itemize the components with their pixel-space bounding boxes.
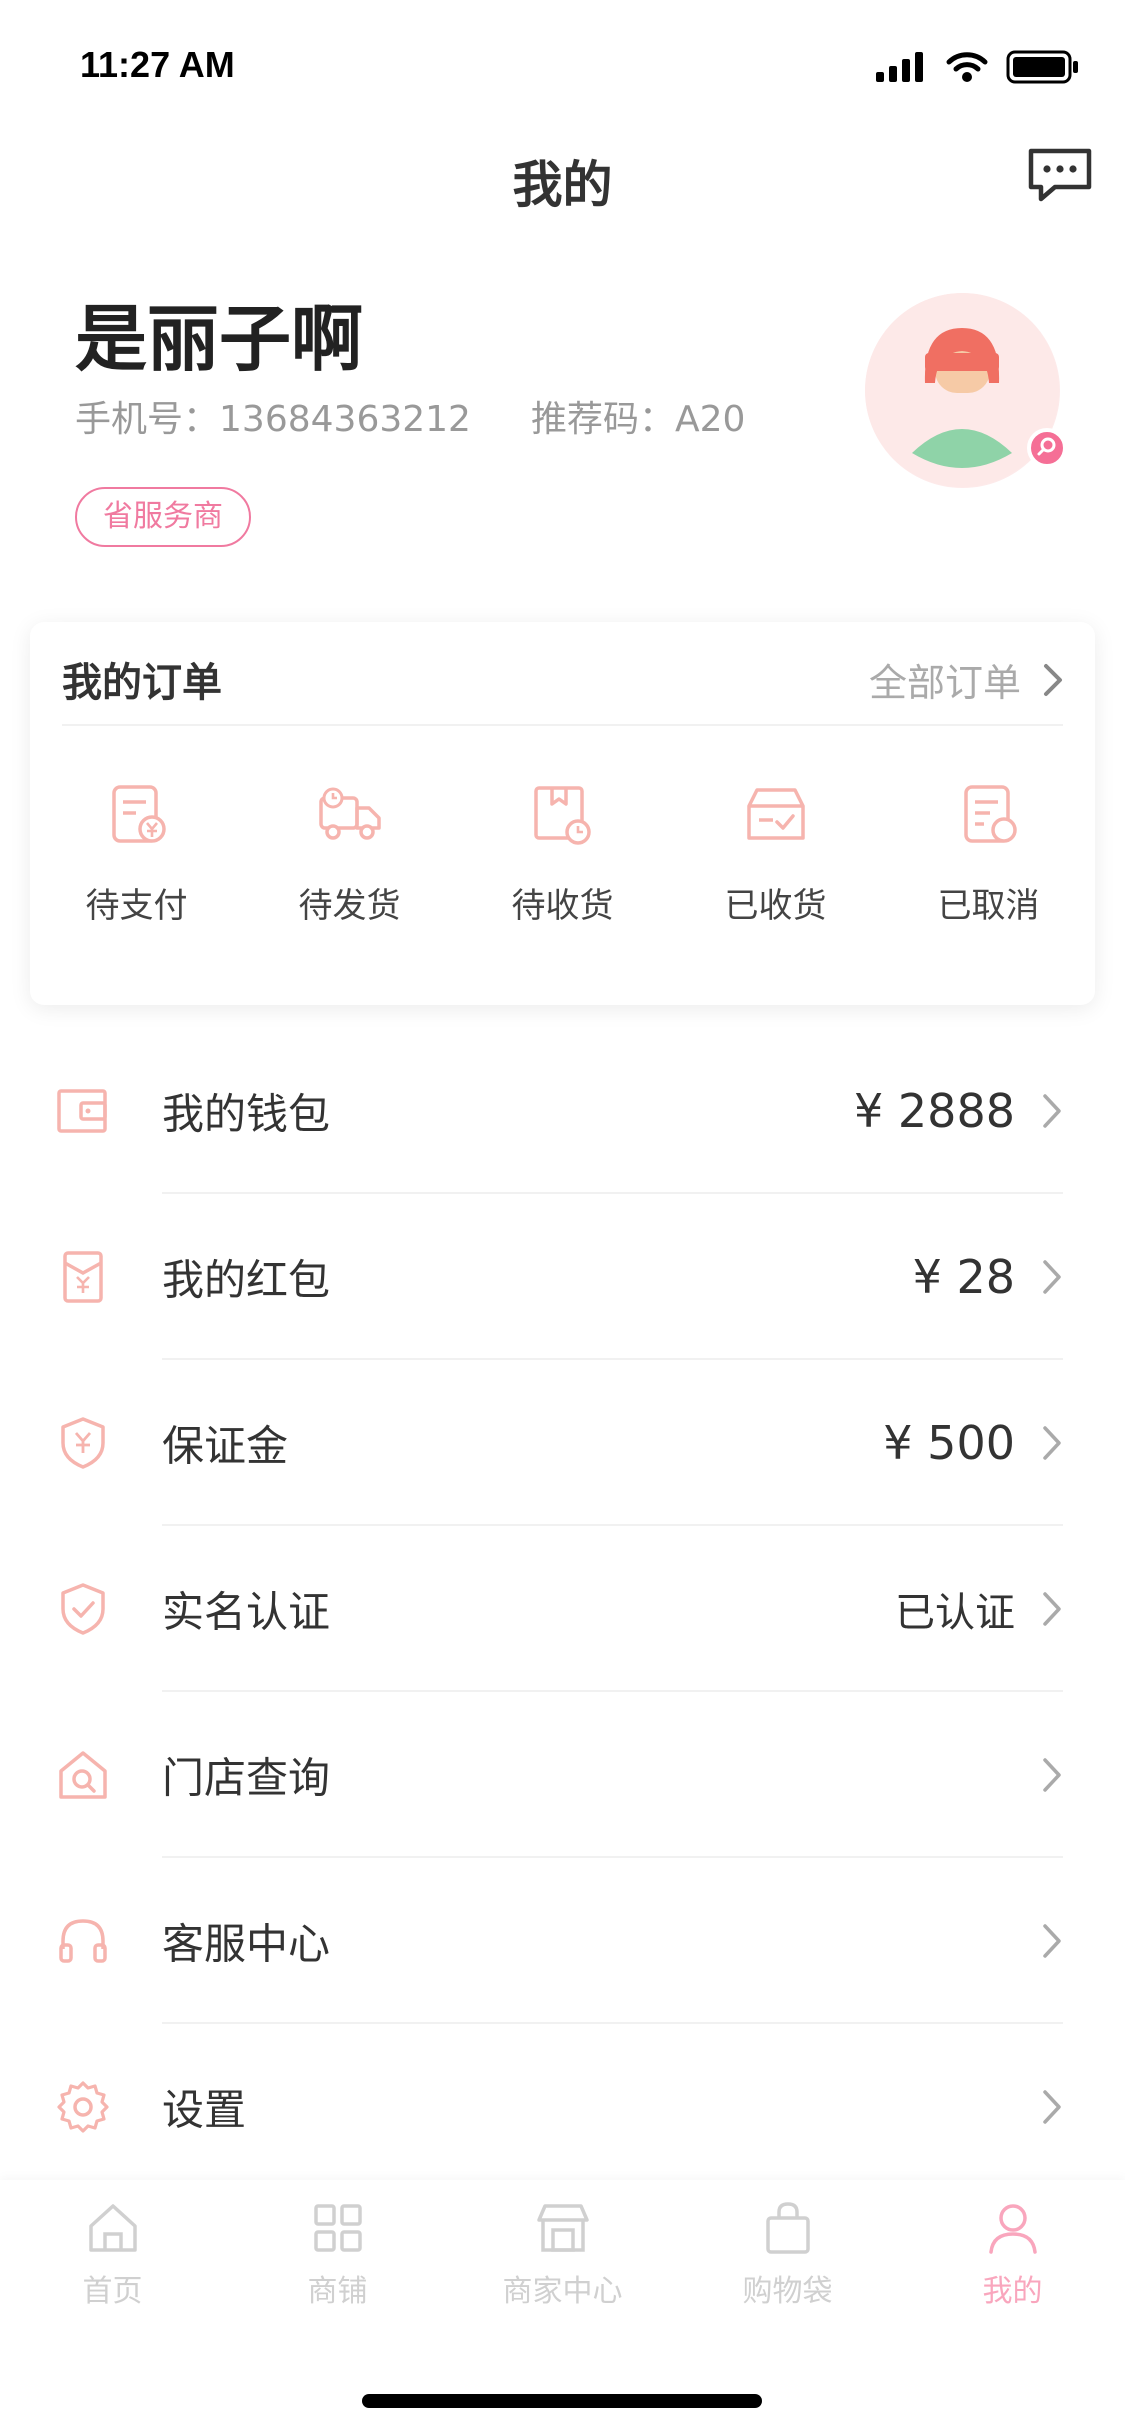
orders-card: 我的订单 全部订单 待支付 待发货 待收货 已收货 已取消 (30, 622, 1095, 1005)
phone-number: 13684363212 (219, 399, 471, 440)
all-orders-label: 全部订单 (868, 661, 1021, 705)
status-time: 11:27 AM (80, 44, 235, 85)
shop-icon (536, 2204, 589, 2252)
chevron-right-icon (1043, 1260, 1061, 1294)
shield-check-icon (61, 1583, 105, 1635)
order-cancelled[interactable]: 已取消 (882, 782, 1095, 927)
chat-bubble-icon (1028, 148, 1092, 202)
chevron-right-icon (1043, 1592, 1061, 1626)
referral-label: 推荐码： (530, 399, 675, 440)
bag-icon (765, 2202, 810, 2254)
menu-item-settings[interactable]: 设置 (0, 2024, 1125, 2190)
menu-label: 设置 (162, 2085, 247, 2135)
order-pending-receipt[interactable]: 待收货 (456, 782, 669, 927)
shield-yen-icon (61, 1417, 105, 1469)
wallet-icon (57, 1089, 107, 1133)
status-icons (876, 50, 1080, 84)
page-title: 我的 (512, 156, 613, 214)
order-label: 已收货 (724, 886, 827, 926)
menu-item-wallet[interactable]: 我的钱包 ¥ 2888 (0, 1028, 1125, 1194)
menu-label: 实名认证 (162, 1587, 331, 1637)
tab-mine[interactable]: 我的 (900, 2198, 1125, 2330)
home-indicator (362, 2394, 762, 2408)
wallet-balance: ¥ 2888 (854, 1084, 1015, 1138)
received-box-icon (746, 788, 805, 840)
order-label: 待发货 (298, 886, 401, 926)
all-orders-link[interactable]: 全部订单 (869, 652, 1063, 707)
menu-list: 我的钱包 ¥ 2888 我的红包 ¥ 28 保证金 ¥ 500 实名认证 已认证… (0, 1028, 1125, 2190)
tab-label: 我的 (982, 2274, 1043, 2309)
tab-label: 购物袋 (742, 2274, 833, 2309)
phone-label: 手机号： (75, 399, 220, 440)
store-search-icon (59, 1751, 107, 1799)
cellular-signal-icon (876, 52, 923, 82)
tab-home[interactable]: 首页 (0, 2198, 225, 2330)
home-icon (88, 2204, 137, 2252)
order-received[interactable]: 已收货 (669, 782, 882, 927)
order-status-row: 待支付 待发货 待收货 已收货 已取消 (30, 782, 1095, 927)
level-badge: 省服务商 (75, 487, 251, 547)
menu-label: 我的红包 (162, 1255, 331, 1305)
tab-items: 首页 商铺 商家中心 购物袋 我的 (0, 2180, 1125, 2330)
menu-label: 门店查询 (162, 1753, 331, 1803)
chevron-right-icon (1043, 2090, 1061, 2124)
wifi-icon (946, 52, 988, 82)
chevron-right-icon (1044, 663, 1062, 696)
package-clock-icon (533, 786, 591, 845)
phone-info: 手机号：13684363212 (75, 390, 471, 442)
menu-item-verification[interactable]: 实名认证 已认证 (0, 1526, 1125, 1692)
pending-payment-icon (111, 785, 166, 843)
status-bar: 11:27 AM (0, 0, 1125, 135)
menu-label: 我的钱包 (162, 1089, 331, 1139)
referral-info: 推荐码：A20 (531, 390, 745, 442)
tab-merchant-center[interactable]: 商家中心 (450, 2198, 675, 2330)
tab-bar: 首页 商铺 商家中心 购物袋 我的 (0, 2180, 1125, 2436)
chevron-right-icon (1043, 1094, 1061, 1128)
tab-label: 商家中心 (502, 2274, 623, 2309)
chevron-right-icon (1043, 1924, 1061, 1958)
order-pending-payment[interactable]: 待支付 (30, 782, 243, 927)
verification-status: 已认证 (895, 1590, 1015, 1636)
search-icon (1037, 437, 1056, 456)
menu-item-store-search[interactable]: 门店查询 (0, 1692, 1125, 1858)
menu-label: 保证金 (162, 1421, 289, 1471)
order-label: 已取消 (937, 886, 1040, 926)
orders-title: 我的订单 (62, 660, 222, 706)
deposit-amount: ¥ 500 (883, 1416, 1015, 1470)
avatar-edit-badge[interactable] (1027, 428, 1067, 468)
divider (62, 724, 1063, 726)
cancelled-doc-icon (963, 785, 1017, 843)
tab-shopping-bag[interactable]: 购物袋 (675, 2198, 900, 2330)
order-label: 待收货 (511, 886, 614, 926)
red-envelope-icon (63, 1251, 103, 1303)
tab-label: 首页 (82, 2274, 143, 2309)
menu-item-deposit[interactable]: 保证金 ¥ 500 (0, 1360, 1125, 1526)
tab-shops[interactable]: 商铺 (225, 2198, 450, 2330)
menu-item-red-envelope[interactable]: 我的红包 ¥ 28 (0, 1194, 1125, 1360)
profile-name: 是丽子啊 (75, 297, 364, 381)
battery-icon (1006, 50, 1078, 84)
menu-item-customer-service[interactable]: 客服中心 (0, 1858, 1125, 2024)
menu-label: 客服中心 (162, 1919, 331, 1969)
chevron-right-icon (1043, 1426, 1061, 1460)
grid-icon (313, 2204, 362, 2252)
red-envelope-amount: ¥ 28 (912, 1250, 1015, 1304)
order-label: 待支付 (85, 886, 188, 926)
message-button[interactable] (1025, 145, 1095, 205)
chevron-right-icon (1043, 1758, 1061, 1792)
person-icon (988, 2204, 1037, 2254)
tab-label: 商铺 (307, 2274, 368, 2309)
profile-meta: 手机号：13684363212 推荐码：A20 (75, 390, 745, 442)
referral-code: A20 (674, 399, 746, 440)
gear-icon (57, 2081, 109, 2133)
headset-icon (59, 1919, 107, 1963)
truck-icon (318, 787, 381, 840)
order-pending-shipment[interactable]: 待发货 (243, 782, 456, 927)
